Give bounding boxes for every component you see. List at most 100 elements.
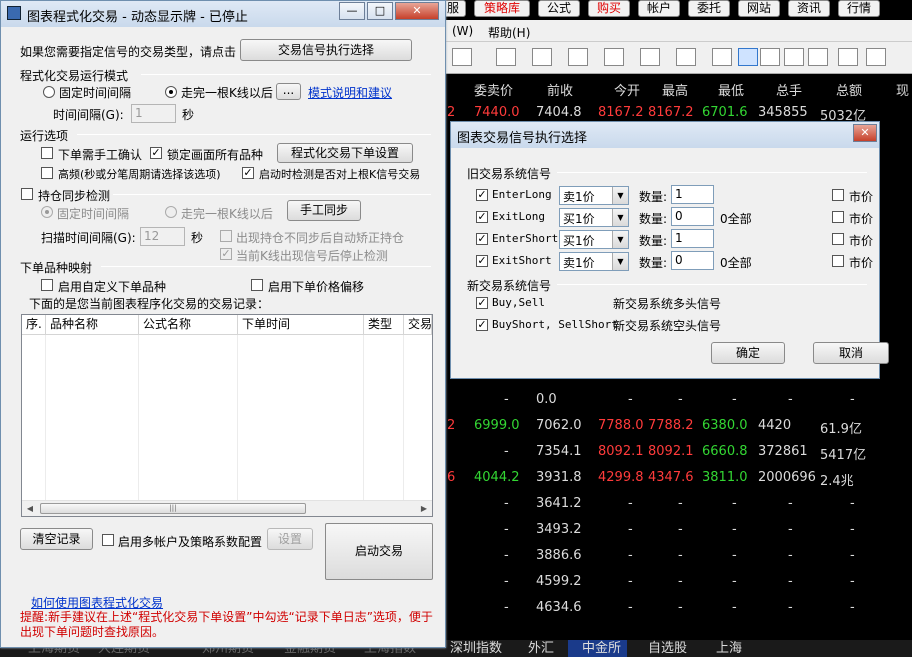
nav-btn-order[interactable]: 委托 — [688, 0, 730, 17]
bottom-tab-watchlist[interactable]: 自选股 — [634, 640, 687, 657]
qty-input[interactable]: 0 — [671, 207, 714, 226]
records-table[interactable]: 序. 品种名称 公式名称 下单时间 类型 交易 ◀ ||| ▶ — [21, 314, 433, 517]
dialog-titlebar[interactable]: 图表交易信号执行选择 ✕ — [451, 122, 879, 148]
ok-button[interactable]: 确定 — [711, 342, 785, 364]
grid-tool-icon[interactable] — [604, 48, 624, 66]
qty-label: 数量: — [639, 190, 668, 204]
signal-checkbox[interactable]: ✓ — [476, 189, 488, 201]
interval-unit: 秒 — [182, 108, 195, 122]
qty-input[interactable]: 1 — [671, 185, 714, 204]
mode-help-link[interactable]: 模式说明和建议 — [308, 84, 392, 101]
circle-tool-icon[interactable] — [712, 48, 732, 66]
dialog-close-button[interactable]: ✕ — [853, 124, 877, 142]
line-tool-icon[interactable] — [760, 48, 780, 66]
th-trade[interactable]: 交易 — [404, 315, 432, 335]
nav-btn-buy[interactable]: 购买 — [588, 0, 630, 17]
nav-btn-quotes[interactable]: 行情 — [838, 0, 880, 17]
bottom-tab-szindex[interactable]: 深圳指数 — [450, 640, 502, 657]
market-price-checkbox[interactable] — [832, 211, 844, 223]
price-type-select[interactable]: 卖1价 ▼ — [559, 186, 629, 205]
select-tool-icon[interactable] — [738, 48, 758, 66]
qty-input[interactable]: 0 — [671, 251, 714, 270]
scroll-left-icon[interactable]: ◀ — [24, 503, 36, 514]
start-trading-button[interactable]: 启动交易 — [325, 523, 433, 580]
th-index[interactable]: 序. — [22, 315, 46, 335]
check-prev-checkbox[interactable]: ✓ — [242, 167, 254, 179]
rect-tool-icon[interactable] — [676, 48, 696, 66]
multi-settings-button[interactable]: 设置 — [267, 528, 313, 550]
scan-input[interactable]: 12 — [140, 227, 185, 246]
window-titlebar[interactable]: 图表程式化交易 - 动态显示牌 - 已停止 — □ ✕ — [1, 1, 445, 27]
auto-correct-checkbox[interactable] — [220, 230, 232, 242]
price-offset-checkbox[interactable] — [251, 279, 263, 291]
th-formula[interactable]: 公式名称 — [139, 315, 238, 335]
menu-help[interactable]: 帮助(H) — [488, 24, 530, 41]
chart-tool-icon[interactable] — [452, 48, 472, 66]
signal-checkbox[interactable]: ✓ — [476, 211, 488, 223]
th-symbol[interactable]: 品种名称 — [46, 315, 139, 335]
lock-all-checkbox[interactable]: ✓ — [150, 147, 162, 159]
nav-btn-account[interactable]: 帐户 — [638, 0, 680, 17]
menu-window[interactable]: (W) — [452, 24, 473, 38]
after-kline-radio[interactable] — [165, 86, 177, 98]
layout-tool-icon[interactable] — [838, 48, 858, 66]
horizontal-scrollbar[interactable]: ◀ ||| ▶ — [22, 500, 432, 516]
chevron-down-icon[interactable]: ▼ — [612, 209, 628, 226]
scroll-thumb[interactable]: ||| — [40, 503, 306, 514]
price-type-select[interactable]: 买1价 ▼ — [559, 208, 629, 227]
minimize-button[interactable]: — — [339, 2, 365, 20]
sync-fixed-radio[interactable] — [41, 206, 53, 218]
col-line — [403, 335, 404, 501]
nav-btn-strategy[interactable]: 策略库 — [474, 0, 530, 17]
fixed-interval-radio[interactable] — [43, 86, 55, 98]
sync-kline-radio[interactable] — [165, 206, 177, 218]
chevron-down-icon[interactable]: ▼ — [612, 253, 628, 270]
price-type-select[interactable]: 卖1价 ▼ — [559, 252, 629, 271]
maximize-button[interactable]: □ — [367, 2, 393, 20]
buyshort-sellshort-checkbox[interactable]: ✓ — [476, 319, 488, 331]
scroll-right-icon[interactable]: ▶ — [418, 503, 430, 514]
order-settings-button[interactable]: 程式化交易下单设置 — [277, 143, 413, 163]
buy-sell-checkbox[interactable]: ✓ — [476, 297, 488, 309]
market-price-label: 市价 — [849, 234, 874, 248]
interval-input[interactable]: 1 — [131, 104, 176, 123]
price-type-select[interactable]: 买1价 ▼ — [559, 230, 629, 249]
bottom-tab-shanghai[interactable]: 上海 — [702, 640, 742, 657]
signal-checkbox[interactable]: ✓ — [476, 233, 488, 245]
draw-tool-icon[interactable] — [568, 48, 588, 66]
kline-options-button[interactable]: ... — [276, 83, 301, 100]
chevron-down-icon[interactable]: ▼ — [612, 231, 628, 248]
multi-account-checkbox[interactable] — [102, 534, 114, 546]
custom-symbol-checkbox[interactable] — [41, 279, 53, 291]
high-freq-checkbox[interactable] — [41, 167, 53, 179]
qty-input[interactable]: 1 — [671, 229, 714, 248]
close-button[interactable]: ✕ — [395, 2, 439, 20]
clear-records-button[interactable]: 清空记录 — [20, 528, 93, 550]
table-tool-icon[interactable] — [496, 48, 516, 66]
eraser-tool-icon[interactable] — [784, 48, 804, 66]
chevron-down-icon[interactable]: ▼ — [612, 187, 628, 204]
window-tool-icon[interactable] — [866, 48, 886, 66]
market-price-checkbox[interactable] — [832, 233, 844, 245]
nav-btn-website[interactable]: 网站 — [738, 0, 780, 17]
palette-tool-icon[interactable] — [808, 48, 828, 66]
nav-btn-news[interactable]: 资讯 — [788, 0, 830, 17]
signal-select-button[interactable]: 交易信号执行选择 — [240, 39, 412, 61]
market-price-checkbox[interactable] — [832, 255, 844, 267]
fill-tool-icon[interactable] — [640, 48, 660, 66]
th-time[interactable]: 下单时间 — [238, 315, 364, 335]
market-price-checkbox[interactable] — [832, 189, 844, 201]
manual-confirm-checkbox[interactable] — [41, 147, 53, 159]
th-type[interactable]: 类型 — [364, 315, 404, 335]
signal-checkbox[interactable]: ✓ — [476, 255, 488, 267]
manual-sync-button[interactable]: 手工同步 — [287, 200, 361, 221]
bottom-tab-forex[interactable]: 外汇 — [514, 640, 554, 657]
bottom-tab-cfx[interactable]: 中金所 — [568, 640, 628, 657]
cancel-button[interactable]: 取消 — [813, 342, 889, 364]
bars-tool-icon[interactable] — [532, 48, 552, 66]
nav-btn-formula[interactable]: 公式 — [538, 0, 580, 17]
how-to-link[interactable]: 如何使用图表程式化交易 — [31, 594, 163, 611]
stop-check-checkbox[interactable]: ✓ — [220, 248, 232, 260]
quote-cell-prev: 7062.0 — [536, 418, 582, 433]
sync-check-checkbox[interactable] — [21, 188, 33, 200]
